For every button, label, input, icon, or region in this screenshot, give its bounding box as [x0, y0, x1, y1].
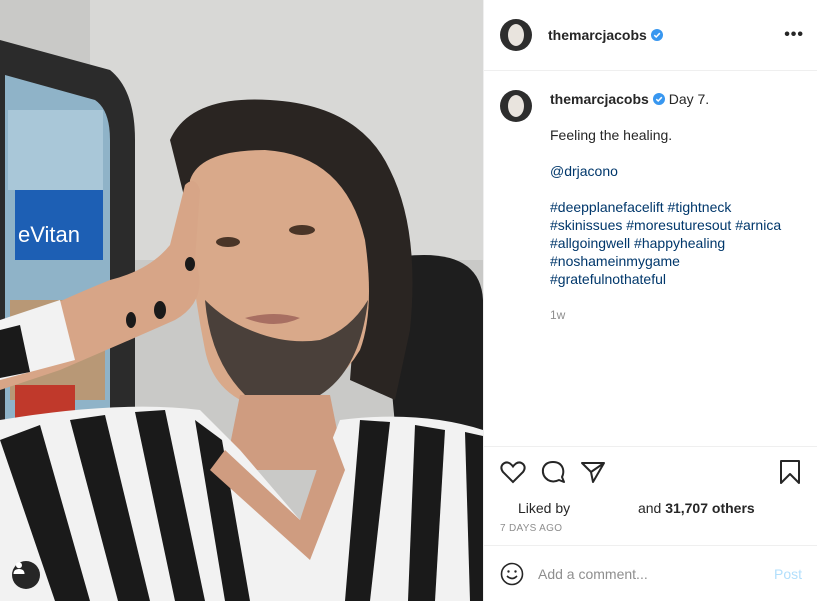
bookmark-icon[interactable]	[778, 459, 802, 485]
emoji-icon[interactable]	[500, 562, 524, 586]
post-dialog: eVitan themarcjacobs ••• themarcjacobs D…	[0, 0, 817, 601]
verified-icon	[650, 29, 663, 41]
caption-time-ago: 1w	[550, 308, 566, 322]
caption-username[interactable]: themarcjacobs	[550, 91, 649, 107]
heart-icon[interactable]	[500, 460, 526, 484]
post-header: themarcjacobs •••	[484, 0, 817, 71]
actions-bar: Liked by and 31,707 others 7 DAYS AGO	[484, 446, 817, 534]
post-photo[interactable]: eVitan	[0, 0, 483, 601]
user-tag-icon[interactable]	[12, 561, 40, 589]
caption-avatar[interactable]	[500, 90, 532, 122]
comment-icon[interactable]	[540, 459, 566, 485]
hashtag-line[interactable]: #deepplanefacelift #tightneck	[550, 198, 781, 216]
likes-count[interactable]: 31,707 others	[665, 500, 755, 516]
more-options-button[interactable]: •••	[784, 26, 804, 44]
hashtag-line[interactable]: #noshameinmygame	[550, 252, 781, 270]
hashtag-line[interactable]: #gratefulnothateful	[550, 270, 781, 288]
avatar[interactable]	[500, 19, 532, 51]
header-username[interactable]: themarcjacobs	[548, 27, 647, 43]
verified-icon	[652, 93, 665, 105]
likes-prefix: Liked by	[518, 500, 571, 516]
caption-first-line: Day 7.	[668, 91, 710, 107]
photo-illustration: eVitan	[0, 0, 483, 601]
post-side-panel: themarcjacobs ••• themarcjacobs Day 7. F…	[483, 0, 817, 601]
caption-line: Feeling the healing.	[550, 127, 673, 143]
mention-link[interactable]: @drjacono	[550, 162, 781, 180]
post-date[interactable]: 7 DAYS AGO	[500, 523, 802, 534]
hashtag-line[interactable]: #allgoingwell #happyhealing	[550, 234, 781, 252]
comment-box: Post	[484, 545, 817, 601]
likes-suffix: and	[637, 500, 662, 516]
caption-body: themarcjacobs Day 7. Feeling the healing…	[550, 90, 781, 324]
share-icon[interactable]	[580, 460, 606, 484]
likes-summary[interactable]: Liked by and 31,707 others	[500, 499, 802, 517]
sign-text: eVitan	[18, 222, 80, 247]
hashtag-line[interactable]: #skinissues #moresuturesout #arnica	[550, 216, 781, 234]
caption: themarcjacobs Day 7. Feeling the healing…	[500, 90, 800, 324]
post-comment-button[interactable]: Post	[774, 566, 802, 582]
comment-input[interactable]	[538, 565, 774, 582]
